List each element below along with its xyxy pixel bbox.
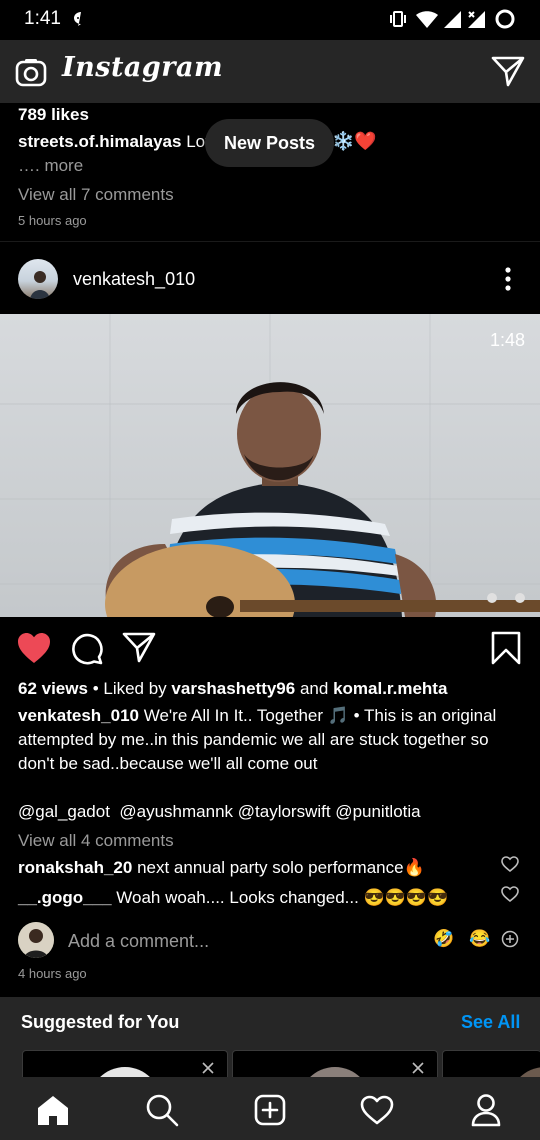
prev-post-more-link[interactable]: …. more xyxy=(18,154,83,178)
see-all-link[interactable]: See All xyxy=(461,1012,520,1033)
home-icon[interactable] xyxy=(31,1088,75,1132)
direct-message-icon[interactable] xyxy=(491,55,525,92)
prev-post-view-comments[interactable]: View all 7 comments xyxy=(18,183,174,207)
prev-post-caption: streets.of.himalayas Lov xyxy=(18,130,214,154)
post-caption-line-2: attempted by me..in this pandemic we all… xyxy=(18,730,489,749)
profile-icon[interactable] xyxy=(464,1088,508,1132)
search-icon[interactable] xyxy=(140,1088,184,1132)
post-caption-user[interactable]: venkatesh_010 xyxy=(18,706,139,725)
share-icon[interactable] xyxy=(122,631,156,668)
post-views[interactable]: 62 views xyxy=(18,679,88,698)
post-caption-line-3: don't be sad..because we'll all come out xyxy=(18,754,318,773)
instagram-logo: Instagram xyxy=(62,52,224,83)
quick-emoji-joy[interactable]: 😂 xyxy=(469,929,490,949)
comment-row: ronakshah_20 next annual party solo perf… xyxy=(18,856,425,880)
add-emoji-plus-icon[interactable] xyxy=(501,930,519,953)
post-author-avatar[interactable] xyxy=(18,259,58,299)
quick-emoji-rofl[interactable]: 🤣 xyxy=(433,929,454,949)
comment-like-icon[interactable] xyxy=(501,886,519,907)
post-caption-text: We're All In It.. Together 🎵 • This is a… xyxy=(143,706,497,725)
comment-icon[interactable] xyxy=(70,631,104,670)
post-caption-mentions[interactable]: @gal_gadot @ayushmannk @taylorswift @pun… xyxy=(18,800,421,824)
post-caption-line-1: venkatesh_010 We're All In It.. Together… xyxy=(18,704,533,728)
comment-row: __.gogo___ Woah woah.... Looks changed..… xyxy=(18,886,448,910)
suggested-title: Suggested for You xyxy=(21,1012,180,1032)
signal-icon xyxy=(442,9,462,34)
add-comment-input[interactable]: Add a comment... xyxy=(68,929,209,953)
view-all-comments-link[interactable]: View all 4 comments xyxy=(18,829,174,853)
prev-post-time: 5 hours ago xyxy=(18,213,87,228)
comment-user[interactable]: __.gogo___ xyxy=(18,888,112,907)
new-posts-button[interactable]: New Posts xyxy=(205,119,334,167)
status-time: 1:41 xyxy=(24,8,61,29)
activity-heart-icon[interactable] xyxy=(355,1088,399,1132)
divider xyxy=(0,241,540,242)
comment-text: next annual party solo performance🔥 xyxy=(137,858,425,877)
wifi-icon xyxy=(415,9,439,34)
signal-x-icon xyxy=(466,9,486,34)
prev-post-caption-user[interactable]: streets.of.himalayas xyxy=(18,132,181,151)
post-options-icon[interactable] xyxy=(496,265,520,298)
new-post-icon[interactable] xyxy=(248,1088,292,1132)
camera-icon[interactable] xyxy=(14,56,48,95)
liked-by-prefix: • Liked by xyxy=(92,679,167,698)
video-duration: 1:48 xyxy=(490,330,526,350)
prev-post-likes[interactable]: 789 likes xyxy=(18,103,89,127)
post-views-liked-by: 62 views • Liked by varshashetty96 and k… xyxy=(18,677,447,701)
vibrate-icon xyxy=(388,9,408,34)
like-heart-icon[interactable] xyxy=(16,631,52,670)
prev-post-caption-emoji-tail: ❄️❤️ xyxy=(332,131,377,151)
comment-like-icon[interactable] xyxy=(501,856,519,877)
post-video[interactable] xyxy=(0,314,540,617)
current-user-avatar xyxy=(18,922,54,958)
liked-and: and xyxy=(299,679,329,698)
save-bookmark-icon[interactable] xyxy=(490,631,522,670)
comment-text: Woah woah.... Looks changed... 😎😎😎😎 xyxy=(116,888,449,907)
liked-by-user-1[interactable]: varshashetty96 xyxy=(171,679,295,698)
battery-icon xyxy=(494,8,516,35)
comment-user[interactable]: ronakshah_20 xyxy=(18,858,132,877)
post-time: 4 hours ago xyxy=(18,966,87,981)
chat-notification-icon xyxy=(72,11,90,32)
post-author-username[interactable]: venkatesh_010 xyxy=(73,267,195,291)
liked-by-user-2[interactable]: komal.r.mehta xyxy=(333,679,447,698)
